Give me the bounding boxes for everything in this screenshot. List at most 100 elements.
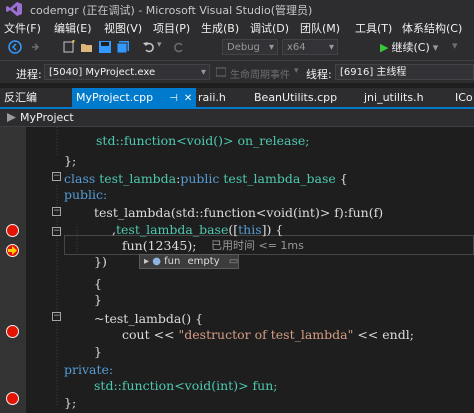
tab-label: jni_utilits.h (364, 91, 424, 104)
menu-architecture[interactable]: 体系结构(C) (402, 20, 462, 36)
code-text: { (339, 171, 348, 186)
configuration-value: Debug (227, 42, 260, 53)
solution-configuration-dropdown[interactable]: Debug ▾ (222, 39, 278, 55)
tab-beanutilits-cpp[interactable]: BeanUtilits.cpp (254, 88, 337, 107)
code-text: }) (94, 254, 107, 269)
process-dropdown[interactable]: [5040] MyProject.exe ▾ (44, 64, 210, 80)
code-number: 12345 (147, 238, 188, 253)
code-text: test_lambda(std::function<void(int)> f):… (94, 205, 384, 220)
thread-dropdown[interactable]: [6916] 主线程 (335, 64, 474, 80)
tab-raii-h[interactable]: raii.h (198, 88, 226, 107)
code-keyword: public (180, 171, 220, 186)
breakpoint-icon[interactable] (6, 325, 19, 338)
standard-toolbar: ▾ Debug ▾ x64 ▾ ▶ 继续(C) ▾ ▾ (0, 36, 474, 61)
indicator-margin[interactable] (0, 127, 26, 413)
chevron-down-icon[interactable]: ▾ (294, 66, 299, 76)
menu-debug[interactable]: 调试(D) (250, 20, 289, 36)
code-text: cout << (122, 327, 179, 342)
more-toolbar-icon[interactable]: ▾ (452, 39, 458, 52)
chevron-down-icon: ▾ (268, 42, 274, 53)
menu-bar: 文件(F) 编辑(E) 视图(V) 项目(P) 生成(B) 调试(D) 团队(M… (0, 18, 474, 36)
play-icon: ▶ (380, 41, 389, 54)
close-icon[interactable]: ✕ (184, 93, 192, 104)
undo-dropdown-icon[interactable]: ▾ (157, 40, 162, 50)
current-statement-arrow-icon (8, 246, 17, 255)
code-line[interactable]: cout << "destructor of test_lambda" << e… (122, 324, 414, 345)
code-text: } (94, 344, 102, 359)
platform-value: x64 (287, 42, 306, 53)
collapse-class-icon[interactable]: − (52, 172, 61, 181)
save-all-icon[interactable] (116, 40, 130, 54)
tab-label: ICo (455, 91, 473, 104)
code-line[interactable]: }; (64, 392, 76, 413)
back-icon[interactable] (8, 40, 22, 54)
document-tab-bar: 反汇编 MyProject.cpp ⊣ ✕ raii.h BeanUtilits.c… (0, 88, 474, 109)
lifecycle-events-label[interactable]: 生命周期事件 (230, 66, 290, 81)
window-title: codemgr (正在调试) - Microsoft Visual Studio… (30, 4, 313, 17)
tab-label: raii.h (198, 91, 226, 104)
menu-build[interactable]: 生成(B) (201, 20, 239, 36)
code-text: ); (187, 238, 197, 253)
code-keyword: this (238, 222, 262, 237)
navigation-bar: MyProject (0, 109, 474, 127)
pin-datatip-icon[interactable]: ▭ (229, 256, 238, 267)
continue-label: 继续(C) (391, 41, 430, 54)
save-icon[interactable] (98, 40, 112, 54)
forward-icon[interactable] (28, 40, 42, 54)
code-text: }; (64, 153, 77, 168)
code-text: }; (64, 395, 77, 410)
lifecycle-events-icon[interactable] (216, 67, 226, 77)
code-text: << endl; (353, 327, 414, 342)
tab-label: 反汇编 (4, 91, 37, 104)
collapse-destructor-icon[interactable]: − (52, 312, 61, 321)
variable-icon: ● (152, 256, 161, 267)
menu-tools[interactable]: 工具(T) (355, 20, 392, 36)
code-line[interactable]: }) (94, 251, 107, 272)
menu-edit[interactable]: 编辑(E) (54, 20, 92, 36)
code-line[interactable]: std::function<void()> on_release; (96, 130, 310, 151)
menu-team[interactable]: 团队(M) (300, 20, 340, 36)
code-line[interactable]: std::function<void(int)> fun; (94, 375, 277, 396)
continue-button[interactable]: ▶ 继续(C) ▾ (380, 39, 438, 56)
solution-platform-dropdown[interactable]: x64 ▾ (282, 39, 338, 55)
project-icon (7, 113, 16, 122)
chevron-down-icon: ▾ (432, 41, 439, 54)
code-text: std::function<void()> on_release; (96, 133, 310, 148)
tab-label: BeanUtilits.cpp (254, 91, 338, 104)
collapse-constructor-icon[interactable]: − (52, 207, 61, 216)
tab-jni-utilits-h[interactable]: jni_utilits.h (364, 88, 424, 107)
code-text: } (94, 292, 102, 307)
undo-icon[interactable] (142, 40, 156, 54)
code-text: ]) { (261, 222, 284, 237)
chevron-down-icon: ▾ (200, 67, 206, 78)
code-line-current[interactable]: fun(12345); (122, 235, 196, 256)
title-bar: codemgr (正在调试) - Microsoft Visual Studio… (0, 0, 474, 18)
process-value: [5040] MyProject.exe (49, 67, 156, 78)
expand-arrow-icon[interactable]: ▸ (144, 256, 149, 267)
code-type: test_lambda (99, 171, 177, 186)
open-file-icon[interactable] (80, 40, 94, 54)
tab-label: MyProject.cpp (76, 91, 154, 104)
chevron-down-icon: ▾ (328, 42, 334, 53)
datatip-variable-name: fun (164, 256, 181, 267)
code-line[interactable]: } (94, 289, 102, 310)
breakpoint-icon[interactable] (6, 224, 19, 237)
breakpoint-icon[interactable] (6, 392, 19, 405)
new-project-icon[interactable] (62, 40, 76, 54)
perf-tip[interactable]: 已用时间 <= 1ms (211, 236, 304, 255)
redo-icon[interactable] (172, 40, 186, 54)
menu-project[interactable]: 项目(P) (153, 20, 190, 36)
tab-myproject-cpp[interactable]: MyProject.cpp ⊣ ✕ (72, 88, 197, 107)
data-tip[interactable]: ▸ ● fun empty ▭ (139, 254, 239, 269)
pin-icon[interactable]: ⊣ (169, 93, 178, 104)
tab-ico[interactable]: ICo (455, 88, 473, 107)
breakpoint-current-icon[interactable] (6, 244, 19, 257)
code-editor[interactable]: − − − − std::function<void()> on_release… (0, 127, 474, 413)
menu-file[interactable]: 文件(F) (4, 20, 41, 36)
project-dropdown[interactable]: MyProject (20, 111, 74, 124)
menu-view[interactable]: 视图(V) (104, 20, 142, 36)
thread-value: [6916] 主线程 (340, 67, 407, 78)
tab-disassembly[interactable]: 反汇编 (4, 88, 37, 107)
code-text: ([ (228, 222, 239, 237)
collapse-lambda-icon[interactable]: − (52, 227, 61, 236)
